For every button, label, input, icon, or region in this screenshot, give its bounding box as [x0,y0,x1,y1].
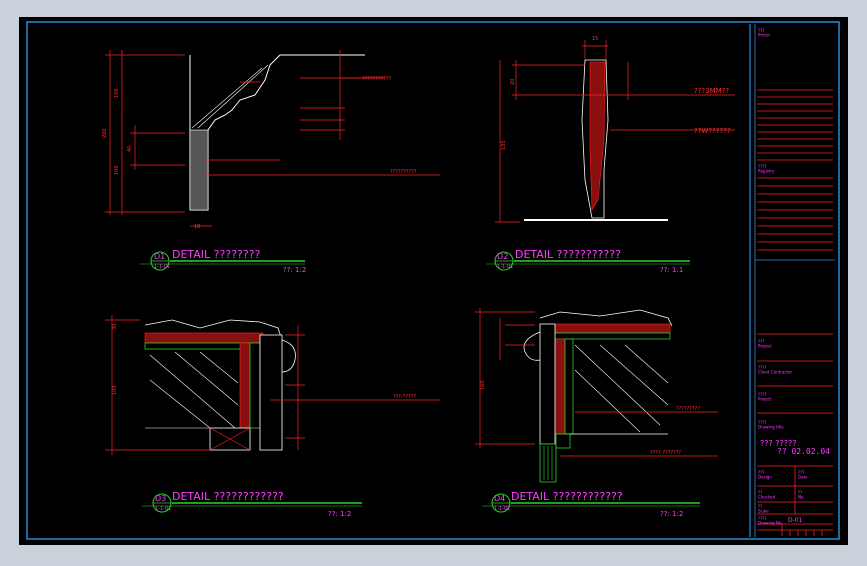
d3-ref: 1-1-01 [155,506,171,512]
d1-ref: 1-1-01 [154,264,170,270]
cad-viewport: ??? Prtner ???? Registry ??? Project ???? Cl… [0,0,867,562]
d2-scale: ??: 1:1 [660,266,683,274]
d2-dim-b: 135 [501,140,507,150]
d1-callout-b: ?????????? [390,169,417,175]
d4-ref: 1-1-01 [494,506,510,512]
d4-title: DETAIL ???????????? [511,490,623,503]
d2-dim-top: 15 [592,36,598,42]
d4-callout-a: ????????? [676,406,700,412]
d2-callout-b: ??W?????? [694,127,731,135]
d1-dim-b: 40 [127,146,133,152]
d3-title: DETAIL ???????????? [172,490,284,503]
d2-callout-a: ???3MM?? [694,87,729,95]
tb-drawing-no: D-01 [788,517,803,524]
d3-callout-a: ???-????? [393,394,416,400]
d1-dim-small: 18 [194,224,200,230]
cad-drawing-canvas[interactable]: ??? Prtner ???? Registry ??? Project ???? Cl… [0,0,867,562]
d1-dim-total: 200 [102,128,108,138]
d4-scale: ??: 1:2 [660,510,683,518]
d3-id: D3 [155,494,166,503]
d4-dim-a: 160 [480,380,486,390]
d3-dim-a: 30 [112,324,118,330]
d2-id: D2 [497,252,508,261]
d1-callout-a: ??????????? [362,76,392,82]
d1-id: D1 [154,252,165,261]
d1-dim-c: 100 [114,165,120,175]
d2-dim-a: 20 [510,79,516,85]
d2-ref: 1-1-01 [497,264,513,270]
tb-drawing-id: ?? 02.02.04 [777,447,830,456]
d1-scale: ??: 1:2 [283,266,306,274]
d4-callout-b: ????-??????? [650,450,681,456]
d3-scale: ??: 1:2 [328,510,351,518]
d3-dim-b: 100 [112,385,118,395]
d1-dim-a: 100 [114,88,120,98]
d1-title: DETAIL ???????? [172,248,261,261]
paper-background [19,17,848,545]
d4-id: D4 [494,494,505,503]
d2-title: DETAIL ??????????? [515,248,621,261]
